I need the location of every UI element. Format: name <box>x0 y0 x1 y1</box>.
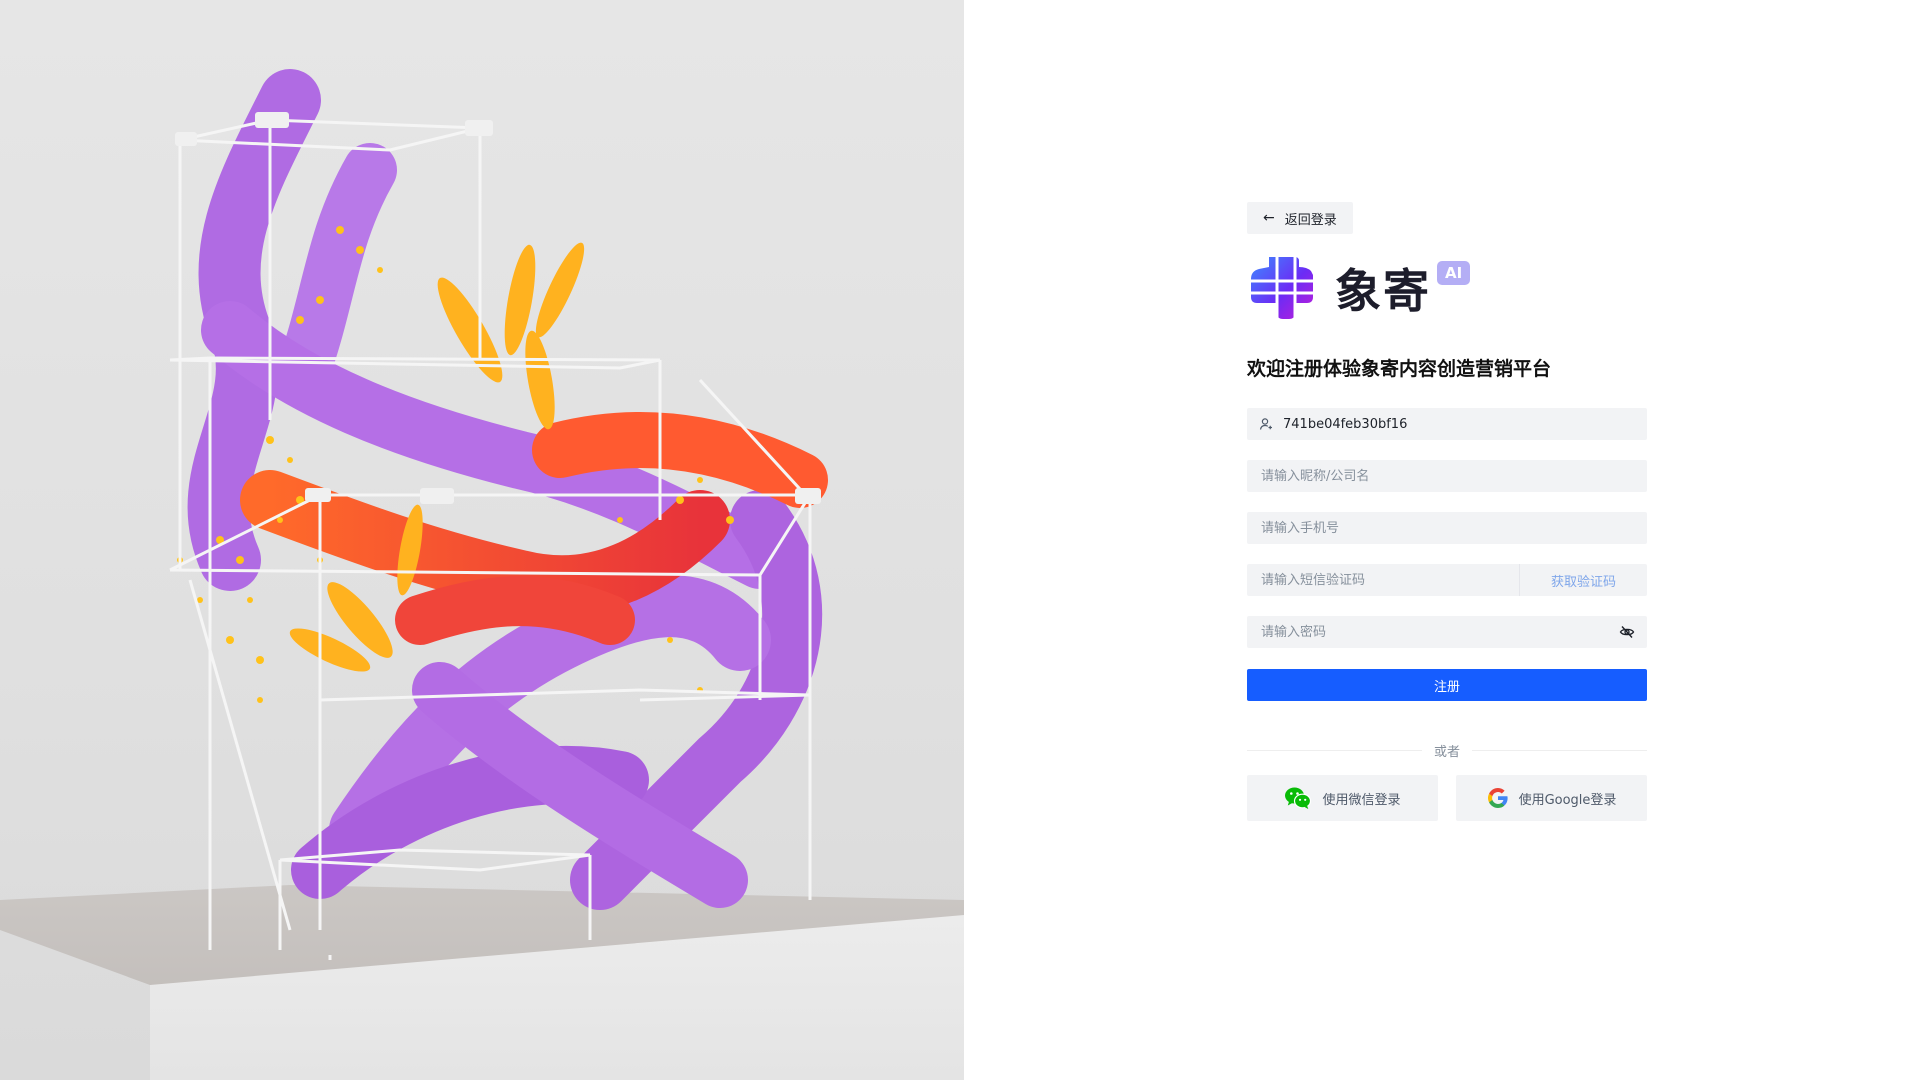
sculpture-illustration <box>0 69 964 1080</box>
google-login-button[interactable]: 使用Google登录 <box>1456 775 1647 821</box>
wechat-icon <box>1285 787 1312 809</box>
nickname-field <box>1247 460 1647 492</box>
wechat-login-button[interactable]: 使用微信登录 <box>1247 775 1438 821</box>
wechat-login-label: 使用微信登录 <box>1322 792 1401 808</box>
register-button[interactable]: 注册 <box>1247 669 1647 701</box>
social-login-row: 使用微信登录 使用Google登录 <box>1247 775 1647 821</box>
phone-input[interactable] <box>1247 512 1647 544</box>
nickname-input[interactable] <box>1247 460 1647 492</box>
or-divider-label: 或者 <box>1421 740 1472 760</box>
brand-logo-icon <box>1251 257 1313 319</box>
page-title: 欢迎注册体验象寄内容创造营销平台 <box>1247 358 1552 380</box>
register-form: ← 返回登录 象寄 AI 欢迎注册体验象寄内容创造营销平台 741be04feb… <box>1247 202 1647 821</box>
google-icon <box>1487 788 1508 808</box>
password-input[interactable] <box>1247 616 1619 648</box>
register-page: ← 返回登录 象寄 AI 欢迎注册体验象寄内容创造营销平台 741be04feb… <box>0 0 1920 1080</box>
back-to-login-label: 返回登录 <box>1284 212 1337 228</box>
phone-field <box>1247 512 1647 544</box>
or-divider: 或者 <box>1247 740 1647 760</box>
invite-code-field <box>1247 408 1647 440</box>
invite-code-input[interactable] <box>1273 408 1647 440</box>
google-login-label: 使用Google登录 <box>1518 792 1617 808</box>
sms-code-field: 获取验证码 <box>1247 564 1647 596</box>
brand-name: 象寄 <box>1335 264 1431 318</box>
password-field <box>1247 616 1647 648</box>
brand-header: 象寄 AI <box>1247 252 1647 324</box>
back-to-login-button[interactable]: ← 返回登录 <box>1247 202 1353 234</box>
sms-code-input[interactable] <box>1247 564 1519 596</box>
get-sms-code-button[interactable]: 获取验证码 <box>1519 564 1647 596</box>
eye-hidden-icon[interactable] <box>1619 624 1635 640</box>
arrow-left-icon: ← <box>1263 210 1275 226</box>
ai-badge: AI <box>1437 261 1471 285</box>
user-invite-icon <box>1259 417 1273 431</box>
hero-artwork <box>0 0 964 1080</box>
